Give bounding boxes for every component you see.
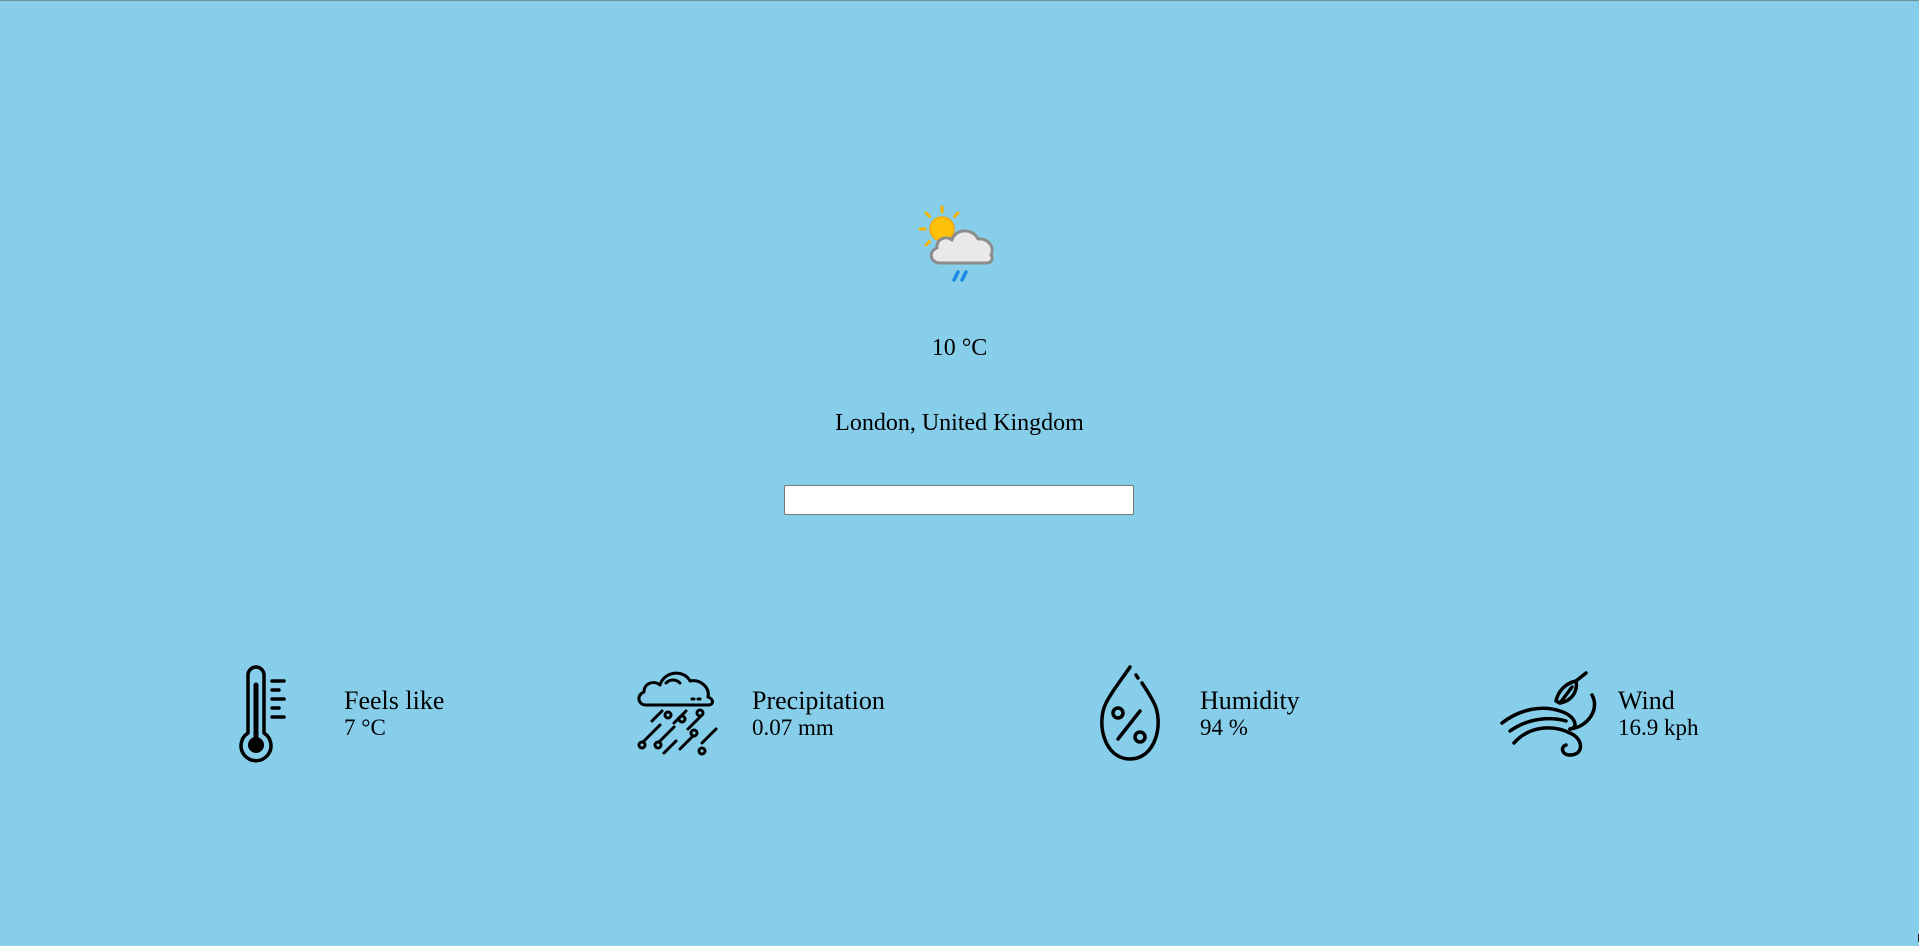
thermometer-icon	[239, 665, 286, 763]
wind-icon	[1500, 671, 1597, 757]
cloud-rain-icon	[637, 671, 718, 756]
stat-title: Humidity	[1200, 685, 1300, 715]
current-temperature: 10 °C	[931, 335, 988, 361]
stat-wind: Wind 16.9 kph	[1496, 661, 1699, 765]
stat-feels-like: Feels like 7 °C	[222, 661, 444, 765]
stat-value: 16.9 kph	[1618, 714, 1699, 740]
location-name: London, United Kingdom	[835, 410, 1084, 436]
search-input[interactable]	[784, 485, 1134, 515]
humidity-drop-icon	[1100, 665, 1160, 761]
stat-value: 7 °C	[344, 714, 386, 740]
stat-value: 0.07 mm	[752, 714, 834, 740]
stat-title: Wind	[1618, 685, 1675, 715]
stat-precipitation: Precipitation 0.07 mm	[630, 661, 885, 765]
stat-title: Precipitation	[752, 685, 885, 715]
stat-title: Feels like	[344, 685, 445, 715]
stat-humidity: Humidity 94 %	[1078, 661, 1300, 765]
stat-value: 94 %	[1200, 714, 1248, 740]
rain-drops	[952, 270, 968, 282]
weather-condition-icon	[918, 205, 994, 282]
